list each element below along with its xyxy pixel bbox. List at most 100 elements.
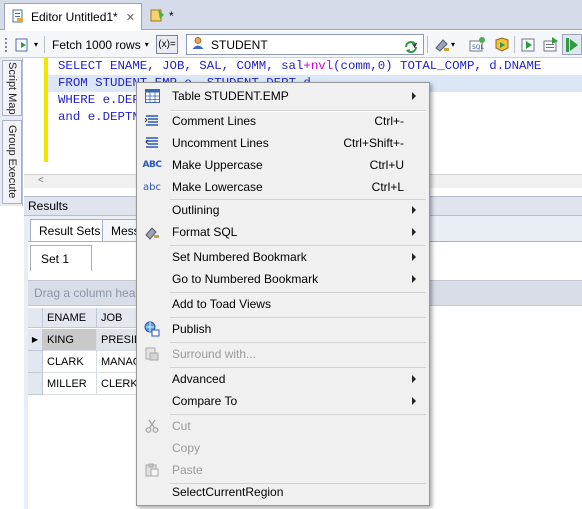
menu-item-label: Outlining — [172, 203, 220, 217]
menu-item-label: SelectCurrentRegion — [172, 485, 284, 499]
paste-icon — [144, 462, 160, 478]
fetch-rows-dropdown[interactable]: Fetch 1000 rows ▾ — [52, 34, 149, 55]
execute-script-icon[interactable] — [494, 34, 512, 55]
side-panel-tabs: Script Map Group Execute — [0, 58, 23, 206]
menu-item-copy[interactable]: Copy — [138, 437, 428, 459]
format-icon[interactable]: ▾ — [433, 34, 455, 55]
format-sql-icon — [144, 224, 160, 240]
submenu-arrow-icon — [412, 253, 416, 261]
row-indicator — [28, 373, 43, 395]
comment-lines-icon — [144, 113, 160, 129]
menu-item-outlining[interactable]: Outlining — [138, 199, 428, 221]
menu-item-label: Copy — [172, 441, 201, 455]
menu-item-label: Compare To — [172, 394, 238, 408]
refresh-icon[interactable] — [403, 36, 419, 57]
menu-item-shortcut: Ctrl+- — [374, 114, 404, 128]
menu-item-label: Table STUDENT.EMP — [172, 89, 289, 103]
execute-statement-icon[interactable] — [542, 34, 560, 55]
copy-icon — [144, 440, 160, 456]
modified-lines-bar — [44, 58, 48, 162]
surround-icon — [144, 346, 160, 362]
toolbar-separator — [44, 36, 45, 53]
menu-item-add-to-toad-views[interactable]: Add to Toad Views — [138, 293, 428, 315]
menu-item-make-lowercase[interactable]: abc Make Lowercase Ctrl+L — [138, 176, 428, 198]
column-header-label: JOB — [101, 311, 123, 324]
submenu-arrow-icon — [412, 275, 416, 283]
menu-item-label: Surround with... — [172, 347, 257, 361]
scroll-left-icon[interactable]: < — [38, 175, 44, 186]
submenu-arrow-icon — [412, 206, 416, 214]
column-header-ename[interactable]: ENAME — [43, 308, 97, 328]
menu-item-format-sql[interactable]: Format SQL — [138, 221, 428, 243]
submenu-arrow-icon — [412, 375, 416, 383]
menu-item-advanced[interactable]: Advanced — [138, 368, 428, 390]
editor-tab-label: Editor Untitled1* — [31, 10, 118, 24]
second-tab-label: * — [169, 9, 174, 23]
sql-tools-icon[interactable]: SQL — [468, 34, 486, 55]
menu-item-uncomment-lines[interactable]: Uncomment Lines Ctrl+Shift+- — [138, 132, 428, 154]
code-line-1: SELECT ENAME, JOB, SAL, COMM, sal+nvl(co… — [58, 59, 542, 73]
document-tab-strip: Editor Untitled1* ✕ * — [0, 0, 582, 30]
menu-item-goto-numbered-bookmark[interactable]: Go to Numbered Bookmark — [138, 268, 428, 290]
cut-icon — [144, 418, 160, 434]
menu-item-label: Add to Toad Views — [172, 297, 271, 311]
run-to-cursor-icon[interactable] — [520, 34, 538, 55]
table-cell[interactable]: KING — [43, 329, 97, 351]
menu-item-label: Paste — [172, 463, 203, 477]
publish-icon — [144, 321, 160, 337]
menu-item-cut[interactable]: Cut — [138, 415, 428, 437]
toolbar-separator — [427, 36, 428, 53]
menu-item-label: Go to Numbered Bookmark — [172, 272, 319, 286]
navigate-icon[interactable]: ▾ — [14, 34, 38, 55]
menu-item-label: Cut — [172, 419, 191, 433]
grip-icon — [4, 34, 8, 55]
tab-set-1[interactable]: Set 1 — [30, 245, 92, 271]
column-header-label: ENAME — [47, 311, 87, 324]
close-icon[interactable]: ✕ — [126, 11, 135, 24]
menu-item-shortcut: Ctrl+Shift+- — [343, 136, 404, 150]
menu-item-label: Make Lowercase — [172, 180, 263, 194]
menu-item-table[interactable]: Table STUDENT.EMP — [138, 85, 428, 107]
menu-item-select-current-region[interactable]: SelectCurrentRegion — [138, 481, 428, 503]
editor-context-menu: Table STUDENT.EMP Comment Lines Ctrl+- U… — [136, 82, 430, 506]
submenu-arrow-icon — [412, 228, 416, 236]
toolbar-separator — [514, 36, 515, 53]
table-cell[interactable]: CLARK — [43, 351, 97, 373]
tab-result-sets[interactable]: Result Sets — [30, 219, 110, 241]
menu-item-label: Uncomment Lines — [172, 136, 269, 150]
tab-group-execute[interactable]: Group Execute — [2, 120, 22, 204]
uncomment-lines-icon — [144, 135, 160, 151]
menu-item-comment-lines[interactable]: Comment Lines Ctrl+- — [138, 110, 428, 132]
current-row-indicator: ▶ — [28, 329, 43, 351]
editor-gutter — [24, 58, 44, 174]
menu-item-paste[interactable]: Paste — [138, 459, 428, 481]
menu-item-shortcut: Ctrl+L — [371, 180, 404, 194]
menu-item-surround-with[interactable]: Surround with... — [138, 343, 428, 365]
menu-item-set-numbered-bookmark[interactable]: Set Numbered Bookmark — [138, 246, 428, 268]
grid-corner — [28, 308, 43, 328]
menu-item-label: Set Numbered Bookmark — [172, 250, 307, 264]
menu-item-label: Format SQL — [172, 225, 238, 239]
editor-file-icon — [11, 9, 25, 26]
menu-item-publish[interactable]: Publish — [138, 318, 428, 340]
tab-editor-untitled1[interactable]: Editor Untitled1* ✕ — [4, 3, 142, 30]
table-icon — [144, 88, 160, 104]
menu-item-make-uppercase[interactable]: ABC Make Uppercase Ctrl+U — [138, 154, 428, 176]
connection-selector[interactable]: STUDENT ▼ — [186, 34, 424, 55]
results-title: Results — [28, 199, 69, 213]
run-icon[interactable] — [562, 34, 582, 55]
table-cell[interactable]: MILLER — [43, 373, 97, 395]
tab-script-map[interactable]: Script Map — [2, 60, 22, 116]
submenu-arrow-icon — [412, 397, 416, 405]
svg-text:SQL: SQL — [472, 44, 485, 51]
menu-item-label: Advanced — [172, 372, 226, 386]
menu-item-label: Make Uppercase — [172, 158, 263, 172]
menu-item-label: Comment Lines — [172, 114, 257, 128]
chevron-down-icon: ▾ — [144, 40, 149, 49]
user-icon — [191, 36, 205, 53]
editor-toolbar: ▾ Fetch 1000 rows ▾ (x)= STUDENT ▼ ▾ SQL — [0, 31, 582, 58]
submenu-arrow-icon — [412, 92, 416, 100]
variables-button[interactable]: (x)= — [156, 35, 178, 54]
menu-item-compare-to[interactable]: Compare To — [138, 390, 428, 412]
tab-second-document[interactable]: * — [150, 5, 174, 27]
